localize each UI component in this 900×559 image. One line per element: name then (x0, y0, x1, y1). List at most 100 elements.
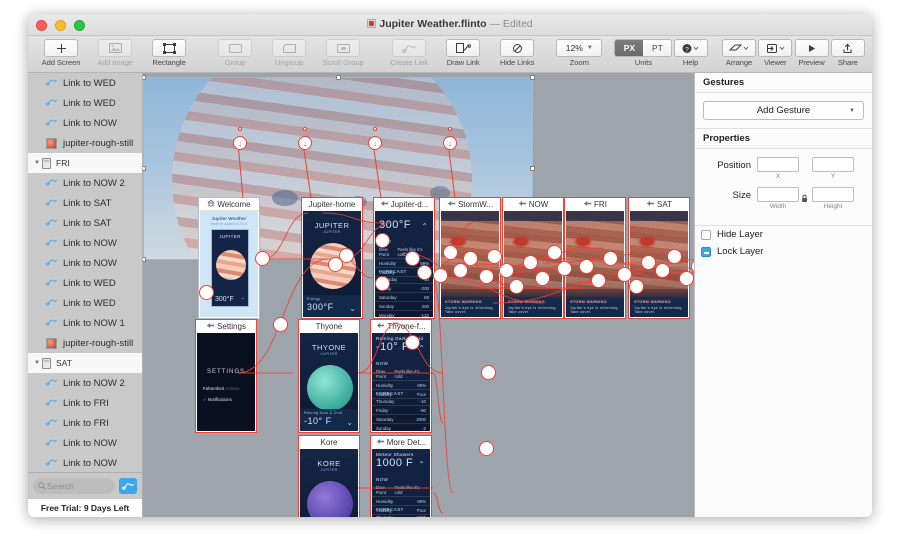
screen-title-bar[interactable]: StormW... (440, 198, 500, 211)
preview-button[interactable]: Preview (793, 38, 829, 67)
unit-fahrenheit-option[interactable]: Fahrenheit Celsius (203, 386, 240, 391)
layer-item-image[interactable]: jupiter-rough-still (28, 333, 142, 353)
temperature-bar[interactable]: Raining Dark & Cold -10° F ⌄ (300, 409, 358, 431)
link-endpoint[interactable] (373, 127, 377, 131)
lock-layer-box[interactable] (701, 246, 711, 257)
link-node[interactable] (479, 269, 494, 284)
gesture-pin[interactable]: ↓ (233, 136, 247, 150)
lock-layer-checkbox[interactable]: Lock Layer (695, 243, 872, 260)
link-node[interactable] (499, 263, 514, 278)
temperature-bar[interactable]: Energy 300°F ⌄ (303, 295, 361, 317)
share-button[interactable]: Share (830, 38, 866, 67)
position-y-input[interactable] (812, 157, 854, 172)
units-pt-option[interactable]: PT (643, 40, 672, 56)
link-node[interactable] (579, 259, 594, 274)
screen-title-bar[interactable]: Kore (299, 436, 359, 449)
layer-item-link[interactable]: Link to NOW (28, 433, 142, 453)
screen-title-bar[interactable]: Welcome (199, 198, 259, 211)
link-node[interactable] (443, 245, 458, 260)
layer-item-link[interactable]: Link to NOW 1 (28, 313, 142, 333)
screen-thyone[interactable]: Thyone THYONE JUPITER Raining Dark & Cold -1… (298, 319, 360, 433)
link-node[interactable] (339, 248, 354, 263)
selection-handle-bl[interactable] (143, 257, 146, 262)
help-button[interactable]: ? Help (672, 38, 708, 67)
layer-item-link[interactable]: Link to NOW (28, 453, 142, 472)
home-icon[interactable] (207, 199, 215, 209)
screen-settings[interactable]: Settings SETTINGS Fahrenheit Celsius ✓ Noti… (195, 319, 257, 433)
layer-item-link[interactable]: Link to WED (28, 93, 142, 113)
expand-chevron-icon[interactable]: ⌄ (349, 304, 356, 313)
selection-handle-tr[interactable] (530, 75, 535, 80)
screen-title-bar[interactable]: Jupiter-home (302, 198, 362, 211)
layer-item-link[interactable]: Link to NOW (28, 113, 142, 133)
link-node[interactable] (417, 265, 432, 280)
design-canvas[interactable]: Welcome Jupiter Weather Made for Jupiter's… (143, 73, 694, 517)
layer-group-sat[interactable]: ▼ SAT (28, 353, 142, 373)
ungroup-button[interactable]: Ungroup (262, 38, 316, 67)
screen-welcome[interactable]: Welcome Jupiter Weather Made for Jupiter's… (198, 197, 260, 319)
link-endpoint[interactable] (238, 127, 242, 131)
back-icon[interactable] (447, 200, 456, 209)
link-node[interactable] (629, 279, 644, 294)
back-icon[interactable] (646, 200, 655, 209)
link-endpoint[interactable] (448, 127, 452, 131)
screen-preview[interactable]: THYONE JUPITER Raining Dark & Cold -10° F ⌄ (300, 333, 358, 431)
link-node[interactable] (667, 249, 682, 264)
back-icon[interactable] (583, 200, 592, 209)
link-node[interactable] (547, 245, 562, 260)
layer-item-link[interactable]: Link to NOW 2 (28, 373, 142, 393)
link-node[interactable] (655, 263, 670, 278)
position-x-field[interactable]: X (757, 157, 799, 180)
link-node[interactable] (405, 335, 420, 350)
screen-title-bar[interactable]: Thyone (299, 320, 359, 333)
link-node[interactable] (273, 317, 288, 332)
link-node[interactable] (199, 285, 214, 300)
layer-item-link[interactable]: Link to SAT (28, 193, 142, 213)
screen-kore[interactable]: Kore KOREJUPITERMeteor Showers1000 F⌄ (298, 435, 360, 517)
disclosure-triangle-icon[interactable]: ▼ (34, 160, 42, 166)
add-gesture-button[interactable]: Add Gesture ▼ (703, 101, 864, 120)
collapse-chevron-icon[interactable]: ⌃ (421, 222, 428, 231)
link-node[interactable] (523, 255, 538, 270)
size-height-field[interactable]: Height (812, 187, 854, 210)
layer-item-link[interactable]: Link to NOW (28, 233, 142, 253)
arrange-button[interactable]: Arrange (721, 38, 757, 67)
screen-preview[interactable]: 300°F⌃NOWDew PointFeels like it's coldHu… (375, 211, 433, 317)
link-node[interactable] (591, 273, 606, 288)
link-endpoint[interactable] (303, 127, 307, 131)
size-width-input[interactable] (757, 187, 799, 202)
link-node[interactable] (641, 255, 656, 270)
add-link-button[interactable] (119, 478, 137, 494)
hide-layer-checkbox[interactable]: Hide Layer (695, 226, 872, 243)
units-segmented[interactable]: PX PT (614, 39, 673, 57)
expand-chevron-icon[interactable]: ⌄ (346, 418, 353, 427)
back-icon[interactable] (518, 200, 527, 209)
gesture-pin[interactable]: ↓ (298, 136, 312, 150)
link-node[interactable] (375, 233, 390, 248)
link-node[interactable] (691, 259, 694, 274)
gesture-pin[interactable]: ↓ (368, 136, 382, 150)
back-icon[interactable] (380, 200, 389, 209)
link-node[interactable] (509, 279, 524, 294)
selection-handle-mr[interactable] (530, 166, 535, 171)
screen-title-bar[interactable]: Settings (196, 320, 256, 333)
search-input[interactable]: Search (33, 478, 115, 494)
selection-handle-ml[interactable] (143, 166, 146, 171)
layer-item-link[interactable]: Link to WED (28, 293, 142, 313)
zoom-select[interactable]: 12% ▼ (556, 39, 603, 57)
hide-layer-box[interactable] (701, 229, 711, 240)
screen-title-bar[interactable]: Thyone-f... (371, 320, 431, 333)
screen-title-bar[interactable]: FRI (565, 198, 625, 211)
units-px-option[interactable]: PX (615, 40, 644, 56)
units-control[interactable]: PX PT Units (614, 38, 673, 67)
screen-preview[interactable]: Raining Dark & Cold -10° F ⌃ NOW Dew Point Fe… (372, 333, 430, 431)
layer-list[interactable]: Link to WED Link to WED Link to NOW jupiter… (28, 73, 142, 472)
screen-thyone-forecast[interactable]: Thyone-f... Raining Dark & Cold -10° F ⌃ NOW… (370, 319, 432, 433)
layer-item-link[interactable]: Link to FRI (28, 393, 142, 413)
screen-moredetail[interactable]: More Det... Meteor Showers 1000 F ⌃ NOW Dew P… (370, 435, 432, 517)
group-button[interactable]: Group (208, 38, 262, 67)
link-node[interactable] (481, 365, 496, 380)
screen-preview[interactable]: Jupiter Weather Made for Jupiter's 5,701 … (200, 211, 258, 317)
link-node[interactable] (255, 251, 270, 266)
selection-handle-tm[interactable] (336, 75, 341, 80)
